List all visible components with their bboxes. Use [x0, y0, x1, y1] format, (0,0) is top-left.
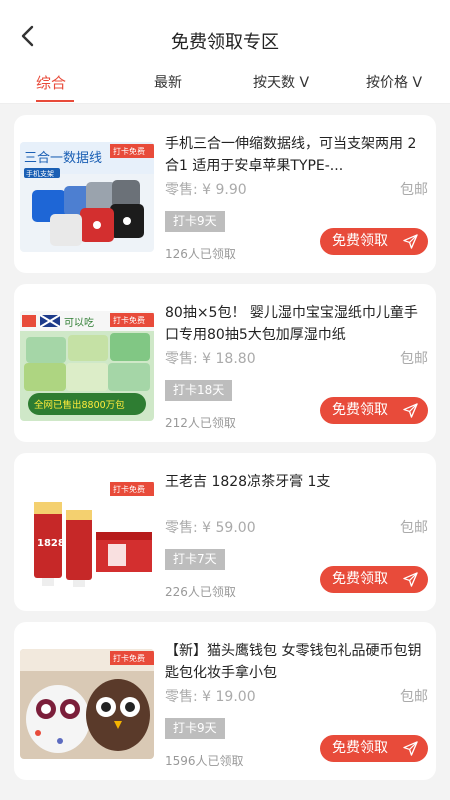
- free-claim-button[interactable]: 免费领取: [320, 397, 428, 424]
- product-card[interactable]: 打卡免费 【新】猫头鹰钱包 女零钱包礼品硬币包钥匙包化妆手拿小包 零售: ¥ 1…: [14, 622, 436, 780]
- product-image: 三合一数据线 打卡免费 手机支架: [20, 142, 154, 252]
- claim-button-label: 免费领取: [332, 740, 388, 756]
- product-price: 零售: ¥ 9.90: [165, 182, 247, 198]
- claim-button-label: 免费领取: [332, 402, 388, 418]
- svg-text:可以吃: 可以吃: [64, 316, 94, 329]
- product-card[interactable]: 三合一数据线 打卡免费 手机支架 手机三合一伸缩数据线，可当支架两用 2合1 适…: [14, 115, 436, 273]
- send-arrow-icon: [403, 741, 418, 756]
- product-price: 零售: ¥ 18.80: [165, 351, 256, 367]
- product-price: 零售: ¥ 19.00: [165, 689, 256, 705]
- sort-tabs: 综合 最新 按天数 V 按价格 V: [0, 62, 450, 104]
- claimed-count: 226人已领取: [165, 585, 236, 599]
- svg-text:打卡免费: 打卡免费: [113, 484, 145, 494]
- checkin-days-badge: 打卡7天: [165, 549, 225, 570]
- claim-button-label: 免费领取: [332, 233, 388, 249]
- product-card[interactable]: 打卡免费 1828 王老吉 1828凉茶牙膏 1支 零售: ¥ 59.00 包邮…: [14, 453, 436, 611]
- product-title: 【新】猫头鹰钱包 女零钱包礼品硬币包钥匙包化妆手拿小包: [165, 643, 422, 681]
- free-claim-button[interactable]: 免费领取: [320, 566, 428, 593]
- svg-text:手机支架: 手机支架: [26, 169, 54, 178]
- send-arrow-icon: [403, 403, 418, 418]
- shipping-label: 包邮: [400, 520, 428, 536]
- shipping-label: 包邮: [400, 182, 428, 198]
- checkin-days-badge: 打卡9天: [165, 211, 225, 232]
- active-tab-indicator: [36, 100, 74, 102]
- svg-text:打卡免费: 打卡免费: [113, 146, 145, 156]
- svg-text:打卡免费: 打卡免费: [113, 315, 145, 325]
- claimed-count: 212人已领取: [165, 416, 236, 430]
- shipping-label: 包邮: [400, 689, 428, 705]
- checkin-days-badge: 打卡18天: [165, 380, 233, 401]
- checkin-days-badge: 打卡9天: [165, 718, 225, 739]
- product-title: 80抽×5包！ 婴儿湿巾宝宝湿纸巾儿童手口专用80抽5大包加厚湿巾纸: [165, 305, 418, 343]
- send-arrow-icon: [403, 234, 418, 249]
- tab-newest[interactable]: 最新: [154, 72, 182, 92]
- send-arrow-icon: [403, 572, 418, 587]
- tab-by-price[interactable]: 按价格 V: [366, 72, 422, 92]
- product-title: 王老吉 1828凉茶牙膏 1支: [165, 474, 331, 490]
- tab-by-days[interactable]: 按天数 V: [253, 72, 309, 92]
- product-image: 打卡免费: [20, 649, 154, 759]
- claim-button-label: 免费领取: [332, 571, 388, 587]
- claimed-count: 1596人已领取: [165, 754, 244, 768]
- shipping-label: 包邮: [400, 351, 428, 367]
- svg-text:全网已售出8800万包: 全网已售出8800万包: [34, 399, 125, 411]
- free-claim-button[interactable]: 免费领取: [320, 228, 428, 255]
- claimed-count: 126人已领取: [165, 247, 236, 261]
- product-image: 可以吃 打卡免费 全网已售出8800万包: [20, 311, 154, 421]
- product-title: 手机三合一伸缩数据线，可当支架两用 2合1 适用于安卓苹果TYPE-...: [165, 136, 417, 174]
- product-card[interactable]: 可以吃 打卡免费 全网已售出8800万包 80抽×5包！ 婴儿湿巾宝宝湿纸巾儿童…: [14, 284, 436, 442]
- page-title: 免费领取专区: [171, 32, 279, 53]
- product-image: 打卡免费 1828: [20, 480, 154, 590]
- image-headline: 三合一数据线: [24, 151, 102, 166]
- tab-overall[interactable]: 综合: [36, 72, 66, 93]
- free-claim-button[interactable]: 免费领取: [320, 735, 428, 762]
- app-header: 免费领取专区: [0, 0, 450, 62]
- product-price: 零售: ¥ 59.00: [165, 520, 256, 536]
- svg-text:1828: 1828: [37, 538, 65, 549]
- svg-text:打卡免费: 打卡免费: [113, 653, 145, 663]
